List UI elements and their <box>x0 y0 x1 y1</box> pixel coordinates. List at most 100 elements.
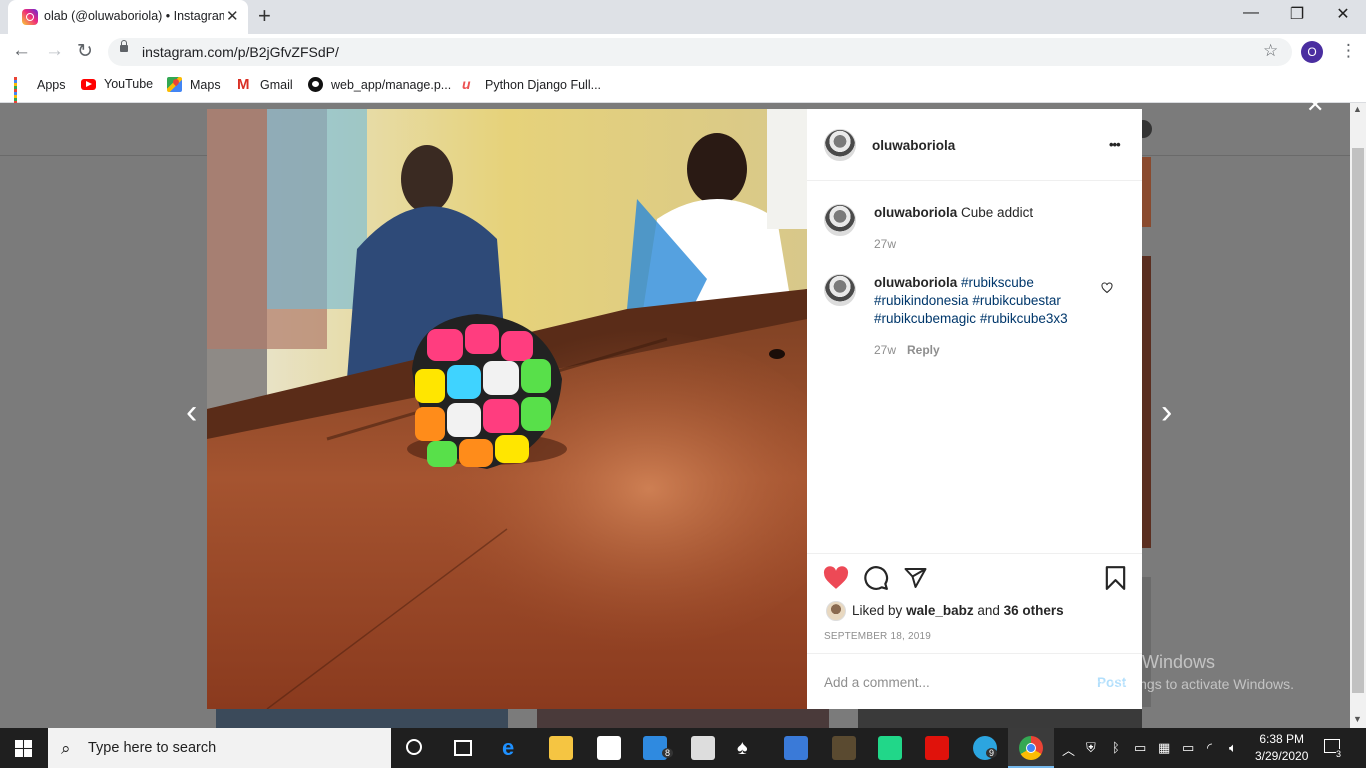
udemy-icon: u <box>462 76 471 92</box>
scroll-down-icon[interactable]: ▼ <box>1353 714 1362 724</box>
telegram-badge: 9 <box>986 748 998 758</box>
gmail-icon: M <box>237 76 250 93</box>
tab-close-icon[interactable]: ✕ <box>226 7 239 25</box>
game-app-icon[interactable] <box>832 736 856 760</box>
comment-avatar[interactable] <box>824 204 856 236</box>
caption: oluwaboriola Cube addict <box>874 204 1104 222</box>
post-date[interactable]: SEPTEMBER 18, 2019 <box>824 631 931 642</box>
acrobat-reader-icon[interactable] <box>925 736 949 760</box>
likes-count-link[interactable]: 36 others <box>1004 603 1064 618</box>
hashtag-link[interactable]: #rubikscube <box>961 275 1034 290</box>
bookmark-label: Python Django Full... <box>485 77 602 92</box>
mail-badge: 8 <box>662 748 674 758</box>
new-tab-button[interactable]: + <box>258 3 271 29</box>
liker-username[interactable]: wale_babz <box>906 603 974 618</box>
tab-title: olab (@oluwaboriola) • Instagram <box>44 9 224 23</box>
volume-icon[interactable]: 🔈︎ <box>1229 740 1237 756</box>
comment-like-heart-icon[interactable] <box>1101 281 1113 299</box>
window-close-button[interactable]: ✕ <box>1320 4 1366 24</box>
solitaire-icon[interactable]: ♠ <box>737 736 761 760</box>
caption-age[interactable]: 27w <box>874 237 896 251</box>
hashtag-link[interactable]: #rubikcubestar <box>972 293 1061 308</box>
task-view-icon[interactable] <box>454 740 472 756</box>
more-options-icon[interactable]: ••• <box>1109 137 1121 152</box>
header-divider <box>807 180 1142 181</box>
maps-icon <box>167 77 182 92</box>
comment-age[interactable]: 27w <box>874 343 896 357</box>
windows-start-icon[interactable] <box>15 740 32 762</box>
bookmark-udemy[interactable]: u Python Django Full... <box>462 77 601 92</box>
active-tab[interactable]: olab (@oluwaboriola) • Instagram ✕ <box>8 0 248 34</box>
author-avatar[interactable] <box>824 129 856 161</box>
wifi-icon[interactable]: ◜ <box>1207 740 1212 756</box>
clock-time: 6:38 PM <box>1259 732 1305 746</box>
hashtag-link[interactable]: #rubikindonesia <box>874 293 969 308</box>
security-shield-icon[interactable]: ⛨ <box>1086 740 1096 756</box>
background-post-thumbnail[interactable] <box>216 709 508 728</box>
hashtag-link[interactable]: #rubikcubemagic <box>874 311 976 326</box>
liked-by-prefix: Liked by <box>852 603 903 618</box>
reply-button[interactable]: Reply <box>907 343 940 357</box>
comment-username[interactable]: oluwaboriola <box>874 205 957 220</box>
display-icon[interactable]: ▭ <box>1134 740 1146 756</box>
pycharm-icon[interactable] <box>878 736 902 760</box>
liked-by-and: and <box>977 603 1000 618</box>
like-heart-icon[interactable] <box>823 566 849 595</box>
lock-icon[interactable] <box>120 40 128 52</box>
add-comment-input[interactable]: Add a comment... <box>824 675 930 690</box>
background-post-thumbnail[interactable] <box>1142 157 1151 227</box>
show-hidden-icons-chevron-icon[interactable]: ︿ <box>1062 740 1075 759</box>
network-adapter-icon[interactable]: ▦ <box>1158 740 1170 756</box>
maximize-button[interactable]: ❐ <box>1274 4 1320 24</box>
microsoft-store-icon[interactable] <box>597 736 621 760</box>
reload-icon[interactable]: ↻ <box>77 40 93 63</box>
comment-avatar[interactable] <box>824 274 856 306</box>
file-explorer-icon[interactable] <box>549 736 573 760</box>
previous-post-arrow-icon[interactable]: ‹ <box>186 393 197 432</box>
hashtag-link[interactable]: #rubikcube3x3 <box>980 311 1068 326</box>
rubiks-cube-photo <box>207 109 807 709</box>
profile-avatar[interactable]: O <box>1301 41 1323 63</box>
comment-bubble-icon[interactable] <box>863 565 889 596</box>
minimize-button[interactable]: — <box>1228 4 1274 22</box>
system-clock[interactable]: 6:38 PM 3/29/2020 <box>1255 731 1308 765</box>
taskbar-search-placeholder[interactable]: Type here to search <box>88 740 216 756</box>
liker-avatar[interactable] <box>826 601 846 621</box>
bookmark-apps[interactable]: Apps <box>14 77 66 104</box>
notification-count: 3 <box>1336 749 1342 759</box>
share-send-icon[interactable] <box>903 566 928 595</box>
save-bookmark-icon[interactable] <box>1104 565 1127 596</box>
bookmark-star-icon[interactable]: ☆ <box>1263 41 1278 61</box>
cortana-icon[interactable] <box>406 739 422 755</box>
scrollbar-thumb[interactable] <box>1352 148 1364 693</box>
comment-username[interactable]: oluwaboriola <box>874 275 957 290</box>
photos-app-icon[interactable] <box>691 736 715 760</box>
battery-icon[interactable]: ▭ <box>1182 740 1194 756</box>
scroll-up-icon[interactable]: ▲ <box>1353 104 1362 114</box>
caption-text: Cube addict <box>961 205 1034 220</box>
background-post-thumbnail[interactable] <box>858 709 1142 728</box>
edge-browser-icon[interactable]: e <box>502 736 526 760</box>
bookmark-gmail[interactable]: M Gmail <box>237 77 293 92</box>
forward-arrow-icon[interactable]: → <box>45 40 64 62</box>
bookmark-maps[interactable]: Maps <box>167 77 221 92</box>
bluetooth-icon[interactable]: ᛒ <box>1112 740 1120 755</box>
background-post-thumbnail[interactable] <box>1142 256 1151 548</box>
modal-close-icon[interactable]: ✕ <box>1306 92 1324 118</box>
bookmark-youtube[interactable]: YouTube <box>81 77 153 91</box>
author-username[interactable]: oluwaboriola <box>872 138 955 153</box>
next-post-arrow-icon[interactable]: › <box>1161 393 1172 432</box>
apps-grid-icon <box>14 77 29 104</box>
bookmark-github[interactable]: web_app/manage.p... <box>308 77 451 92</box>
url-text[interactable]: instagram.com/p/B2jGfvZFSdP/ <box>142 44 339 60</box>
back-arrow-icon[interactable]: ← <box>12 40 31 62</box>
background-post-thumbnail[interactable] <box>537 709 829 728</box>
activation-watermark-subtitle: Go to Settings to activate Windows. <box>1073 676 1294 692</box>
game-app-icon[interactable] <box>784 736 808 760</box>
hashtag-comment: oluwaboriola #rubikscube #rubikindonesia… <box>874 274 1099 328</box>
actions-divider <box>807 553 1142 554</box>
browser-menu-icon[interactable]: ⋮ <box>1340 41 1357 61</box>
search-magnifier-icon: ⌕ <box>61 739 71 758</box>
activation-watermark-title: Activate Windows <box>1073 652 1216 672</box>
post-photo[interactable] <box>207 109 807 709</box>
